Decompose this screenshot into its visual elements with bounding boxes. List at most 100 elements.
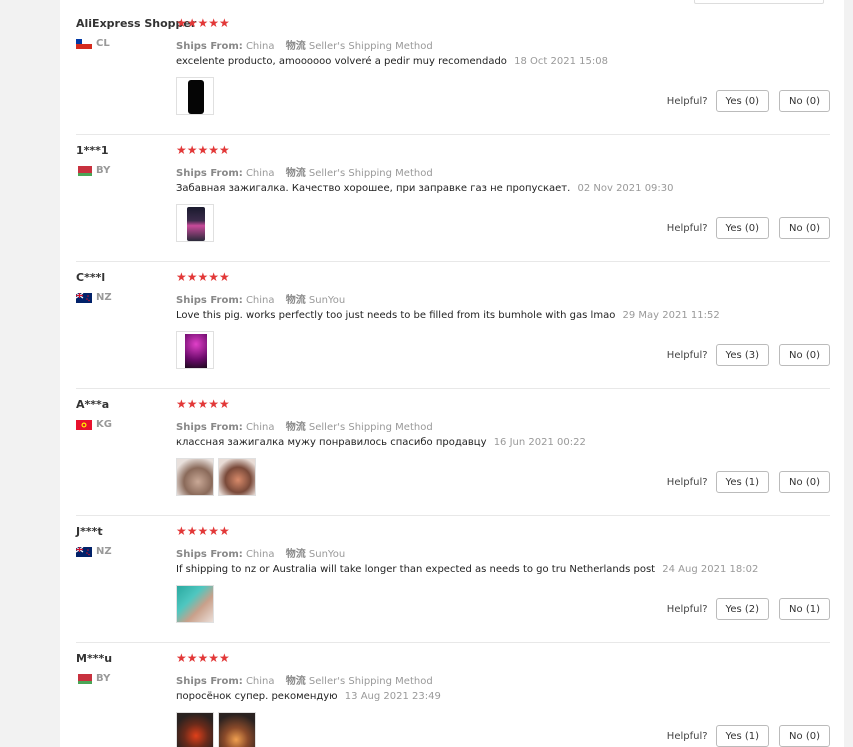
review-item: A***a KG ★★★★★ Ships From: China 物流 Sell…: [76, 388, 830, 516]
ships-from-label: Ships From:: [176, 422, 243, 433]
reviewer-country: KG: [76, 419, 112, 430]
review-date: 02 Nov 2021 09:30: [577, 183, 674, 194]
helpful-yes-button[interactable]: Yes (2): [715, 598, 770, 620]
shipping-method-value: Seller's Shipping Method: [308, 676, 433, 687]
rating-stars: ★★★★★: [176, 270, 230, 284]
review-photo[interactable]: [176, 458, 214, 496]
review-text: классная зажигалка мужу понравилось спас…: [176, 437, 487, 448]
helpful-votes: Helpful? Yes (0) No (0): [667, 217, 830, 239]
kyrgyzstan-flag-icon: [76, 419, 92, 430]
review-text-row: поросёнок супер. рекомендую 13 Aug 2021 …: [176, 691, 441, 702]
new-zealand-flag-icon: [76, 546, 92, 557]
review-item: M***u BY ★★★★★ Ships From: China 物流 Sell…: [76, 642, 830, 747]
review-date: 18 Oct 2021 15:08: [514, 56, 608, 67]
helpful-votes: Helpful? Yes (0) No (0): [667, 90, 830, 112]
ships-from-label: Ships From:: [176, 295, 243, 306]
reviewer-country: CL: [76, 38, 110, 49]
shipping-method-value: Seller's Shipping Method: [308, 168, 433, 179]
country-code: KG: [96, 419, 112, 430]
shipping-method-value: Seller's Shipping Method: [308, 41, 433, 52]
shipping-method-label: 物流: [285, 41, 306, 52]
helpful-no-button[interactable]: No (0): [779, 217, 830, 239]
reviewer-name: C***l: [76, 271, 106, 284]
review-photo[interactable]: [176, 77, 214, 115]
review-item: AliExpress Shopper CL ★★★★★ Ships From: …: [76, 7, 830, 135]
helpful-votes: Helpful? Yes (1) No (0): [667, 471, 830, 493]
review-photo[interactable]: [218, 712, 256, 747]
review-text-row: классная зажигалка мужу понравилось спас…: [176, 437, 586, 448]
helpful-no-button[interactable]: No (0): [779, 344, 830, 366]
review-date: 29 May 2021 11:52: [622, 310, 720, 321]
review-photos: [176, 458, 256, 496]
helpful-no-button[interactable]: No (0): [779, 90, 830, 112]
review-item: C***l NZ ★★★★★ Ships From: China 物流 SunY…: [76, 261, 830, 389]
review-text: excelente producto, amoooooo volveré a p…: [176, 56, 507, 67]
chile-flag-icon: [76, 38, 92, 49]
review-photo[interactable]: [176, 585, 214, 623]
rating-stars: ★★★★★: [176, 524, 230, 538]
helpful-yes-button[interactable]: Yes (1): [715, 725, 770, 747]
reviewer-name: A***a: [76, 398, 110, 411]
country-code: NZ: [96, 292, 112, 303]
ships-from-value: China: [245, 422, 275, 433]
review-photo[interactable]: [176, 712, 214, 747]
review-date: 16 Jun 2021 00:22: [493, 437, 586, 448]
helpful-yes-button[interactable]: Yes (0): [715, 90, 770, 112]
reviewer-country: BY: [76, 165, 110, 176]
review-text-row: Забавная зажигалка. Качество хорошее, пр…: [176, 183, 674, 194]
reviewer-country: NZ: [76, 546, 112, 557]
shipping-method-label: 物流: [285, 422, 306, 433]
ships-from-label: Ships From:: [176, 168, 243, 179]
review-date: 24 Aug 2021 18:02: [662, 564, 759, 575]
helpful-yes-button[interactable]: Yes (3): [715, 344, 770, 366]
rating-stars: ★★★★★: [176, 651, 230, 665]
review-text-row: Love this pig. works perfectly too just …: [176, 310, 720, 321]
reviews-panel: AliExpress Shopper CL ★★★★★ Ships From: …: [60, 0, 844, 747]
review-photo[interactable]: [218, 458, 256, 496]
helpful-yes-button[interactable]: Yes (0): [715, 217, 770, 239]
ships-from-label: Ships From:: [176, 549, 243, 560]
rating-stars: ★★★★★: [176, 16, 230, 30]
reviewer-name: J***t: [76, 525, 103, 538]
reviewer-country: NZ: [76, 292, 112, 303]
shipping-method-label: 物流: [285, 295, 306, 306]
review-photo[interactable]: [176, 204, 214, 242]
top-select-control[interactable]: [694, 0, 824, 4]
ships-from-label: Ships From:: [176, 41, 243, 52]
review-photos: [176, 585, 214, 623]
shipping-method-value: SunYou: [308, 295, 346, 306]
review-date: 13 Aug 2021 23:49: [344, 691, 441, 702]
shipping-info: Ships From: China 物流 SunYou: [176, 545, 345, 560]
shipping-info: Ships From: China 物流 Seller's Shipping M…: [176, 672, 433, 687]
reviewer-name: 1***1: [76, 144, 109, 157]
helpful-no-button[interactable]: No (1): [779, 598, 830, 620]
shipping-method-label: 物流: [285, 676, 306, 687]
belarus-flag-icon: [76, 673, 92, 684]
shipping-method-value: SunYou: [308, 549, 346, 560]
ships-from-value: China: [245, 41, 275, 52]
country-code: NZ: [96, 546, 112, 557]
review-text-row: If shipping to nz or Australia will take…: [176, 564, 758, 575]
helpful-yes-button[interactable]: Yes (1): [715, 471, 770, 493]
belarus-flag-icon: [76, 165, 92, 176]
helpful-label: Helpful?: [666, 603, 708, 615]
review-item: 1***1 BY ★★★★★ Ships From: China 物流 Sell…: [76, 134, 830, 262]
helpful-no-button[interactable]: No (0): [779, 725, 830, 747]
shipping-info: Ships From: China 物流 Seller's Shipping M…: [176, 37, 433, 52]
helpful-votes: Helpful? Yes (2) No (1): [667, 598, 830, 620]
review-photos: [176, 77, 214, 115]
helpful-label: Helpful?: [666, 349, 708, 361]
ships-from-value: China: [245, 168, 275, 179]
review-photo[interactable]: [176, 331, 214, 369]
helpful-no-button[interactable]: No (0): [779, 471, 830, 493]
review-text: If shipping to nz or Australia will take…: [176, 564, 656, 575]
rating-stars: ★★★★★: [176, 143, 230, 157]
review-text: поросёнок супер. рекомендую: [176, 691, 338, 702]
new-zealand-flag-icon: [76, 292, 92, 303]
review-text: Забавная зажигалка. Качество хорошее, пр…: [176, 183, 571, 194]
shipping-info: Ships From: China 物流 Seller's Shipping M…: [176, 164, 433, 179]
country-code: CL: [96, 38, 110, 49]
ships-from-value: China: [245, 676, 275, 687]
shipping-method-label: 物流: [285, 549, 306, 560]
helpful-label: Helpful?: [666, 95, 708, 107]
